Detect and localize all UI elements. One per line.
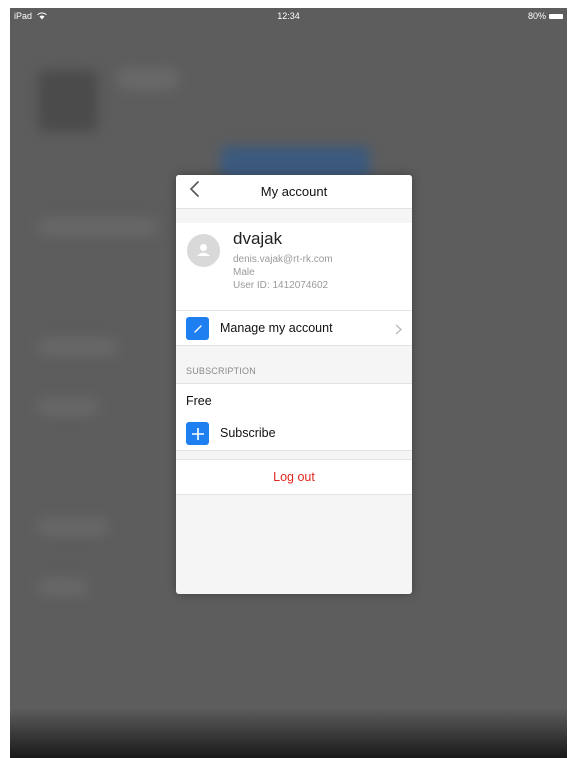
username: dvajak [233, 229, 283, 248]
battery-percent: 80% [527, 11, 546, 21]
bottom-fade-overlay [10, 708, 567, 758]
subscribe-row[interactable]: Subscribe [176, 416, 412, 451]
pencil-icon [186, 317, 209, 340]
battery-icon [549, 13, 563, 19]
plus-icon [186, 422, 209, 445]
app-screen: iPad 12:34 80% My account dvajak denis.v… [10, 8, 567, 758]
blurred-background-row [38, 578, 88, 596]
logout-label: Log out [273, 470, 315, 484]
user-email: denis.vajak@rt-rk.com [233, 254, 333, 265]
subscription-plan: Free [186, 394, 212, 408]
chevron-right-icon [395, 322, 402, 340]
subscription-section-header: SUBSCRIPTION [186, 366, 256, 376]
user-gender: Male [233, 267, 255, 278]
my-account-modal: My account dvajak denis.vajak@rt-rk.com … [176, 175, 412, 594]
avatar [187, 234, 220, 267]
subscription-plan-row: Free [176, 383, 412, 417]
blurred-background-row [38, 518, 108, 536]
manage-account-label: Manage my account [220, 321, 333, 335]
modal-title: My account [260, 184, 328, 199]
blurred-background-row [38, 218, 158, 236]
avatar-placeholder-icon [187, 244, 220, 267]
profile-card: dvajak denis.vajak@rt-rk.com Male User I… [176, 223, 412, 311]
modal-navigation-bar: My account [176, 175, 412, 209]
status-battery-group: 80% [528, 8, 563, 24]
blurred-background-row [38, 398, 98, 416]
blurred-background-image [38, 70, 98, 132]
blurred-background-text [118, 68, 178, 90]
subscribe-label: Subscribe [220, 426, 276, 440]
user-id: User ID: 1412074602 [233, 280, 329, 291]
status-bar: iPad 12:34 80% [10, 8, 567, 28]
blurred-background-row [38, 338, 118, 356]
status-time: 12:34 [277, 11, 300, 21]
logout-button[interactable]: Log out [176, 459, 412, 495]
manage-account-row[interactable]: Manage my account [176, 311, 412, 346]
